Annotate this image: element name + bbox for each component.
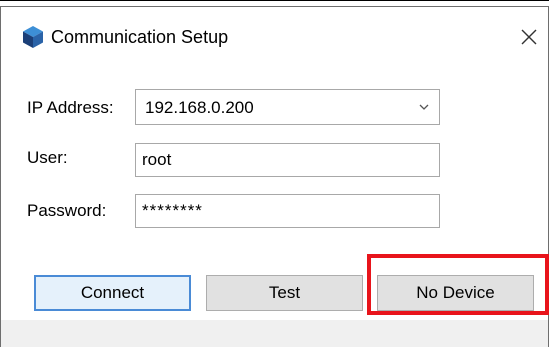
ip-address-label: IP Address: bbox=[27, 98, 114, 117]
chevron-down-icon[interactable] bbox=[417, 100, 431, 114]
connect-button[interactable]: Connect bbox=[34, 275, 191, 311]
close-icon[interactable] bbox=[518, 26, 540, 48]
title-bar: Communication Setup bbox=[1, 7, 548, 61]
test-button[interactable]: Test bbox=[206, 275, 363, 311]
no-device-button[interactable]: No Device bbox=[377, 275, 534, 311]
dialog-footer bbox=[1, 320, 548, 347]
ip-address-value: 192.168.0.200 bbox=[145, 98, 254, 117]
screenshot-frame: Communication Setup IP Address: 192.168.… bbox=[0, 0, 549, 347]
ip-address-select[interactable]: 192.168.0.200 bbox=[135, 89, 440, 125]
password-label: Password: bbox=[27, 201, 107, 220]
top-rule bbox=[0, 0, 549, 1]
window-title: Communication Setup bbox=[51, 27, 229, 47]
cube-icon bbox=[23, 26, 43, 48]
user-label: User: bbox=[27, 148, 68, 167]
user-field[interactable] bbox=[135, 143, 440, 177]
password-field[interactable] bbox=[135, 194, 440, 228]
